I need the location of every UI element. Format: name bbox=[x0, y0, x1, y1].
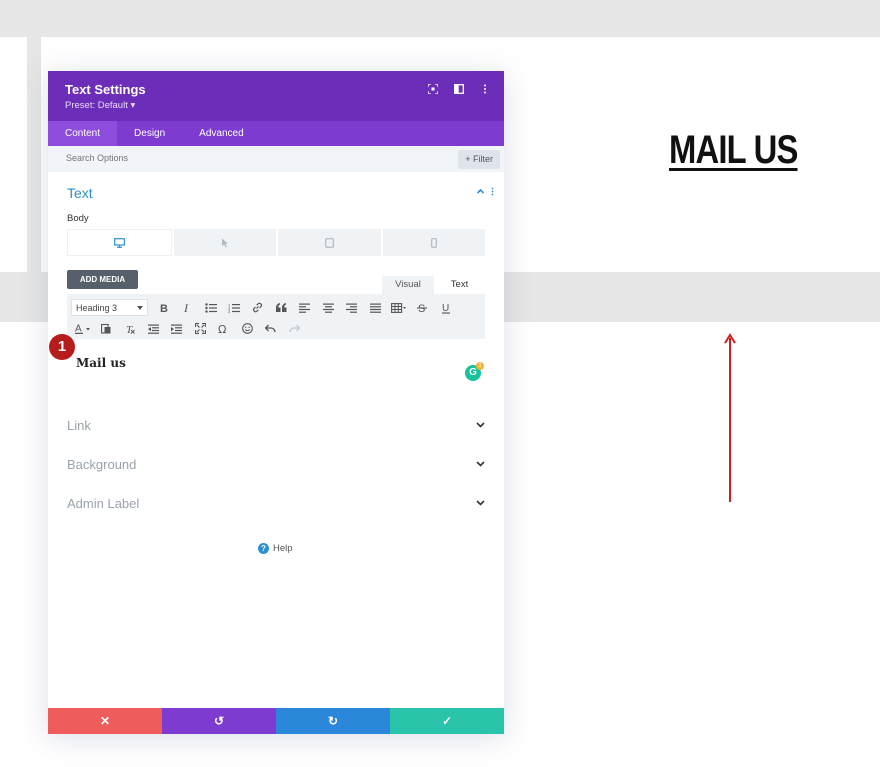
preset-selector[interactable]: Preset: Default ▾ bbox=[65, 100, 135, 111]
tab-design[interactable]: Design bbox=[117, 121, 182, 146]
toolbar-row-formatting: Heading 3 B I 123 S U bbox=[71, 299, 458, 316]
background-gutter bbox=[27, 37, 41, 272]
modal-footer: ✕ ↺ ↻ ✓ bbox=[48, 708, 504, 734]
align-right-icon[interactable] bbox=[340, 299, 364, 316]
redo-button[interactable]: ↻ bbox=[276, 708, 390, 734]
italic-icon[interactable]: I bbox=[176, 299, 200, 316]
help-link[interactable]: ? Help bbox=[258, 543, 293, 554]
page-canvas: MAIL US Text Settings Preset: Default ▾ … bbox=[0, 0, 880, 767]
more-vertical-icon[interactable] bbox=[479, 83, 490, 94]
body-field-label: Body bbox=[67, 213, 89, 224]
background-top-band bbox=[0, 0, 880, 37]
redo-icon[interactable] bbox=[283, 320, 307, 337]
split-view-icon[interactable] bbox=[453, 83, 464, 94]
tab-visual-editor[interactable]: Visual bbox=[382, 276, 434, 294]
step-number-badge: 1 bbox=[49, 334, 75, 360]
underline-icon[interactable]: U bbox=[434, 299, 458, 316]
svg-text:A: A bbox=[75, 324, 82, 335]
phone-icon[interactable] bbox=[382, 229, 485, 256]
toolbar-row-extras: A T Ω bbox=[71, 320, 306, 337]
svg-text:Ω: Ω bbox=[218, 323, 226, 334]
chevron-down-icon bbox=[476, 461, 485, 467]
chevron-down-icon bbox=[476, 500, 485, 506]
section-background-label: Background bbox=[67, 456, 137, 472]
emoji-icon[interactable] bbox=[236, 320, 260, 337]
editor-text-content[interactable]: Mail us bbox=[76, 356, 126, 370]
background-column-left bbox=[0, 37, 27, 272]
special-character-icon[interactable]: Ω bbox=[212, 320, 236, 337]
format-select[interactable]: Heading 3 bbox=[71, 299, 148, 316]
svg-text:I: I bbox=[183, 302, 189, 313]
outdent-icon[interactable] bbox=[142, 320, 166, 337]
editor-toolbar: Heading 3 B I 123 S U A T Ω bbox=[67, 294, 485, 339]
header-actions bbox=[427, 83, 490, 94]
section-title-text[interactable]: Text bbox=[67, 185, 93, 201]
undo-icon[interactable] bbox=[259, 320, 283, 337]
tab-content[interactable]: Content bbox=[48, 121, 118, 146]
section-controls bbox=[476, 187, 494, 199]
section-link[interactable]: Link bbox=[67, 415, 485, 435]
modal-header: Text Settings Preset: Default ▾ bbox=[48, 71, 504, 121]
align-center-icon[interactable] bbox=[317, 299, 341, 316]
numbered-list-icon[interactable]: 123 bbox=[223, 299, 247, 316]
caret-down-icon bbox=[137, 305, 143, 310]
svg-text:3: 3 bbox=[228, 309, 231, 313]
svg-text:B: B bbox=[160, 303, 168, 313]
svg-text:U: U bbox=[442, 303, 449, 314]
search-options-input[interactable] bbox=[66, 153, 366, 163]
focus-icon[interactable] bbox=[427, 83, 438, 94]
strikethrough-icon[interactable]: S bbox=[411, 299, 435, 316]
responsive-device-tabs bbox=[67, 229, 485, 256]
text-color-icon[interactable]: A bbox=[71, 320, 95, 337]
chevron-down-icon bbox=[476, 422, 485, 428]
blockquote-icon[interactable] bbox=[270, 299, 294, 316]
section-admin-label[interactable]: Admin Label bbox=[67, 493, 485, 513]
modal-title: Text Settings bbox=[65, 82, 146, 97]
fullscreen-icon[interactable] bbox=[189, 320, 213, 337]
bold-icon[interactable]: B bbox=[152, 299, 176, 316]
section-link-label: Link bbox=[67, 417, 91, 433]
clear-formatting-icon[interactable]: T bbox=[118, 320, 142, 337]
save-button[interactable]: ✓ bbox=[390, 708, 504, 734]
link-icon[interactable] bbox=[246, 299, 270, 316]
cancel-button[interactable]: ✕ bbox=[48, 708, 162, 734]
add-media-button[interactable]: ADD MEDIA bbox=[67, 270, 138, 289]
section-background[interactable]: Background bbox=[67, 454, 485, 474]
search-bar: + Filter bbox=[48, 146, 504, 172]
text-settings-modal: Text Settings Preset: Default ▾ Content … bbox=[48, 71, 504, 734]
undo-button[interactable]: ↺ bbox=[162, 708, 276, 734]
tab-text-editor[interactable]: Text bbox=[434, 276, 485, 294]
align-left-icon[interactable] bbox=[293, 299, 317, 316]
tab-advanced[interactable]: Advanced bbox=[182, 121, 260, 146]
help-label: Help bbox=[273, 543, 293, 554]
filter-button[interactable]: + Filter bbox=[458, 150, 500, 169]
grammarly-count-badge: 1 bbox=[476, 362, 484, 370]
bullet-list-icon[interactable] bbox=[199, 299, 223, 316]
chevron-up-icon[interactable] bbox=[476, 187, 485, 199]
desktop-icon[interactable] bbox=[67, 229, 172, 256]
hover-icon[interactable] bbox=[173, 229, 276, 256]
table-icon[interactable] bbox=[387, 299, 411, 316]
align-justify-icon[interactable] bbox=[364, 299, 388, 316]
section-admin-label-label: Admin Label bbox=[67, 495, 140, 511]
format-select-value: Heading 3 bbox=[76, 302, 118, 313]
page-heading: MAIL US bbox=[669, 128, 798, 172]
tablet-icon[interactable] bbox=[278, 229, 381, 256]
paste-text-icon[interactable] bbox=[95, 320, 119, 337]
section-more-icon[interactable] bbox=[491, 187, 494, 199]
modal-tabs: Content Design Advanced bbox=[48, 121, 504, 146]
indent-icon[interactable] bbox=[165, 320, 189, 337]
up-arrow-annotation bbox=[724, 333, 736, 502]
help-icon: ? bbox=[258, 543, 269, 554]
